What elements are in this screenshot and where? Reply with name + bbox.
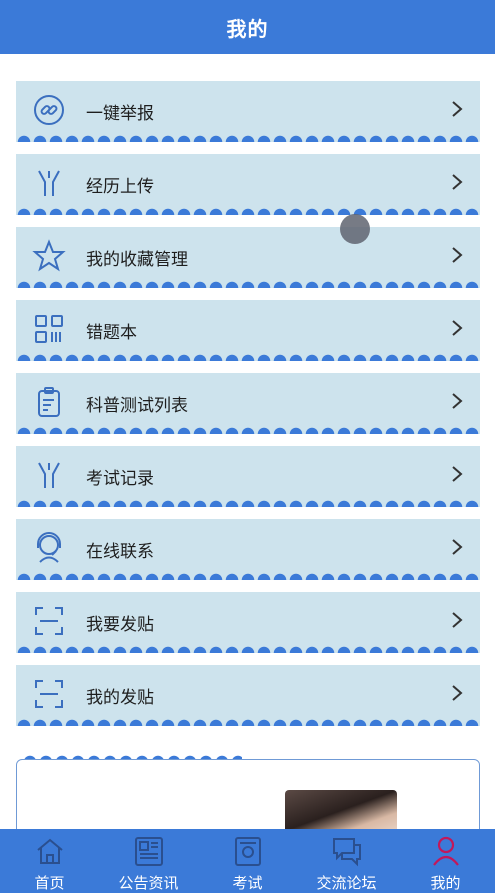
touch-indicator: [340, 214, 370, 244]
menu-item-online-contact[interactable]: 在线联系: [16, 519, 480, 580]
menu-item-report[interactable]: 一键举报: [16, 81, 480, 142]
menu-item-label: 我的发贴: [86, 688, 154, 708]
menu-item-wrong-questions[interactable]: 错题本: [16, 300, 480, 361]
newspaper-icon: [132, 835, 166, 867]
chevron-right-icon: [450, 172, 464, 192]
menu-item-label: 考试记录: [86, 469, 154, 489]
clipboard-icon: [32, 385, 66, 419]
chat-icon: [330, 835, 364, 867]
menu-item-quiz-list[interactable]: 科普测试列表: [16, 373, 480, 434]
bottom-tab-bar: 首页 公告资讯 考试 交流论坛 我的: [0, 829, 495, 893]
menu-list: 一键举报 经历上传 我的收藏管理 错题本 科普测试列表 考试记录 在线联系 我要…: [16, 81, 480, 738]
menu-item-experience-upload[interactable]: 经历上传: [16, 154, 480, 215]
star-icon: [32, 239, 66, 273]
menu-item-label: 经历上传: [86, 177, 154, 197]
chevron-right-icon: [450, 391, 464, 411]
page-title: 我的: [226, 16, 269, 41]
tab-label: 考试: [232, 874, 263, 892]
tab-mine[interactable]: 我的: [396, 829, 495, 893]
chevron-right-icon: [450, 683, 464, 703]
chevron-right-icon: [450, 464, 464, 484]
menu-item-label: 一键举报: [86, 104, 154, 124]
exam-icon: [231, 835, 265, 867]
menu-item-label: 我的收藏管理: [86, 250, 188, 270]
menu-item-label: 科普测试列表: [86, 396, 188, 416]
headset-icon: [32, 531, 66, 565]
chevron-right-icon: [450, 537, 464, 557]
chevron-right-icon: [450, 99, 464, 119]
tab-label: 我的: [430, 874, 461, 892]
tab-announcements[interactable]: 公告资讯: [99, 829, 198, 893]
tab-label: 首页: [34, 874, 65, 892]
page-header: 我的: [0, 0, 495, 54]
scan-frame-icon: [32, 677, 66, 711]
fork-icon: [32, 166, 66, 200]
menu-item-exam-records[interactable]: 考试记录: [16, 446, 480, 507]
link-icon: [32, 93, 66, 127]
tab-forum[interactable]: 交流论坛: [297, 829, 396, 893]
tab-label: 公告资讯: [118, 874, 179, 892]
chevron-right-icon: [450, 610, 464, 630]
tab-label: 交流论坛: [316, 874, 377, 892]
menu-item-label: 我要发贴: [86, 615, 154, 635]
scan-frame-icon: [32, 604, 66, 638]
tab-home[interactable]: 首页: [0, 829, 99, 893]
qr-grid-icon: [32, 312, 66, 346]
menu-item-label: 在线联系: [86, 542, 154, 562]
user-icon: [429, 835, 463, 867]
chevron-right-icon: [450, 318, 464, 338]
home-icon: [33, 835, 67, 867]
chevron-right-icon: [450, 245, 464, 265]
fork-icon: [32, 458, 66, 492]
menu-item-new-post[interactable]: 我要发贴: [16, 592, 480, 653]
tab-exam[interactable]: 考试: [198, 829, 297, 893]
menu-item-my-posts[interactable]: 我的发贴: [16, 665, 480, 726]
menu-item-label: 错题本: [86, 323, 137, 343]
menu-item-favorites[interactable]: 我的收藏管理: [16, 227, 480, 288]
